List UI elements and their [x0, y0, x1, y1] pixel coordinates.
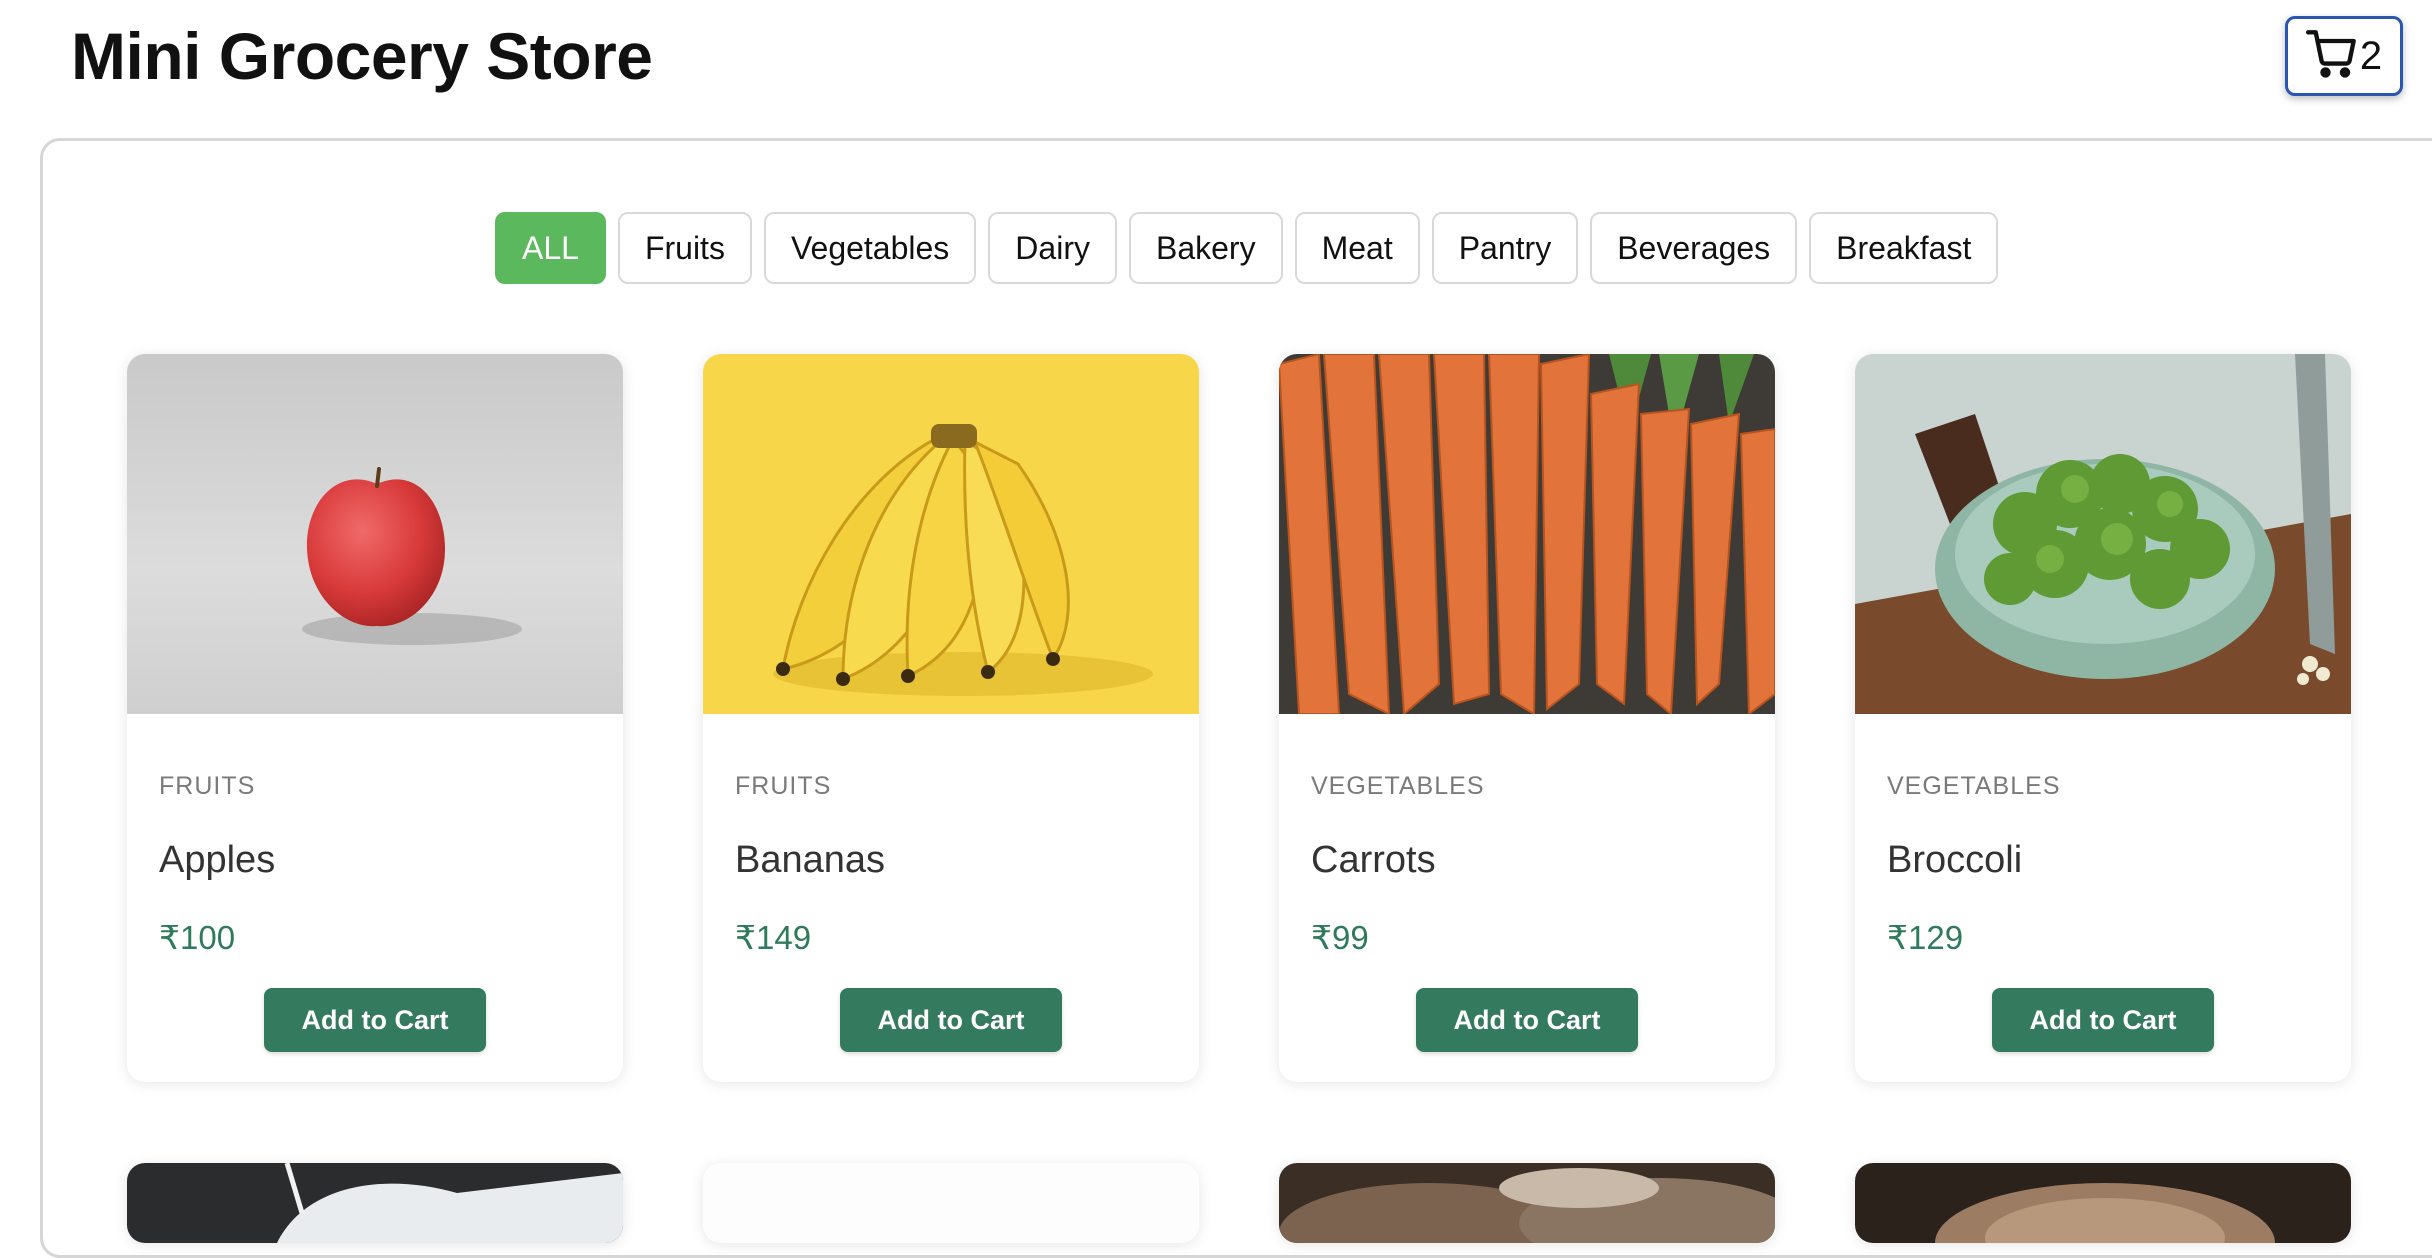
- banana-image: [703, 354, 1199, 714]
- cart-count-badge: 2: [2359, 33, 2383, 78]
- add-to-cart-button[interactable]: Add to Cart: [1992, 988, 2214, 1052]
- product-card: [1855, 1163, 2351, 1243]
- filter-breakfast[interactable]: Breakfast: [1809, 212, 1999, 284]
- product-card: FRUITS Apples ₹100 Add to Cart: [127, 354, 623, 1082]
- product-name: Bananas: [735, 839, 886, 881]
- carrot-image: [1279, 354, 1775, 714]
- cart-button[interactable]: 2: [2285, 16, 2403, 96]
- filter-beverages[interactable]: Beverages: [1590, 212, 1798, 284]
- add-to-cart-button[interactable]: Add to Cart: [264, 988, 486, 1052]
- product-name: Broccoli: [1887, 839, 2023, 881]
- filter-vegetables[interactable]: Vegetables: [763, 212, 977, 284]
- product-name: Apples: [159, 839, 276, 881]
- product-price: ₹99: [1311, 919, 1369, 956]
- filter-dairy[interactable]: Dairy: [988, 212, 1117, 284]
- product-card: [127, 1163, 623, 1243]
- product-category: FRUITS: [159, 772, 256, 800]
- product-image: [1855, 1163, 2351, 1243]
- product-category: VEGETABLES: [1887, 772, 2061, 800]
- product-card: [703, 1163, 1199, 1243]
- product-card: [1279, 1163, 1775, 1243]
- filter-fruits[interactable]: Fruits: [617, 212, 752, 284]
- broccoli-image: [1855, 354, 2351, 714]
- product-category: VEGETABLES: [1311, 772, 1485, 800]
- product-image: [1279, 1163, 1775, 1243]
- filter-pantry[interactable]: Pantry: [1431, 212, 1579, 284]
- apple-image: [127, 354, 623, 714]
- product-image: [127, 1163, 623, 1243]
- add-to-cart-button[interactable]: Add to Cart: [1416, 988, 1638, 1052]
- page-title: Mini Grocery Store: [71, 19, 653, 93]
- filter-bakery[interactable]: Bakery: [1128, 212, 1283, 284]
- product-card: VEGETABLES Carrots ₹99 Add to Cart: [1279, 354, 1775, 1082]
- product-category: FRUITS: [735, 772, 832, 800]
- product-name: Carrots: [1311, 839, 1436, 881]
- product-price: ₹129: [1887, 919, 1964, 956]
- product-price: ₹100: [159, 919, 236, 956]
- category-filter-bar: ALL Fruits Vegetables Dairy Bakery Meat …: [495, 212, 1999, 284]
- product-image: [703, 1163, 1199, 1243]
- add-to-cart-button[interactable]: Add to Cart: [840, 988, 1062, 1052]
- product-card: VEGETABLES Broccoli ₹129 Add to Cart: [1855, 354, 2351, 1082]
- filter-all[interactable]: ALL: [495, 212, 606, 284]
- product-price: ₹149: [735, 919, 812, 956]
- filter-meat[interactable]: Meat: [1294, 212, 1420, 284]
- product-card: FRUITS Bananas ₹149 Add to Cart: [703, 354, 1199, 1082]
- cart-icon: [2305, 28, 2358, 85]
